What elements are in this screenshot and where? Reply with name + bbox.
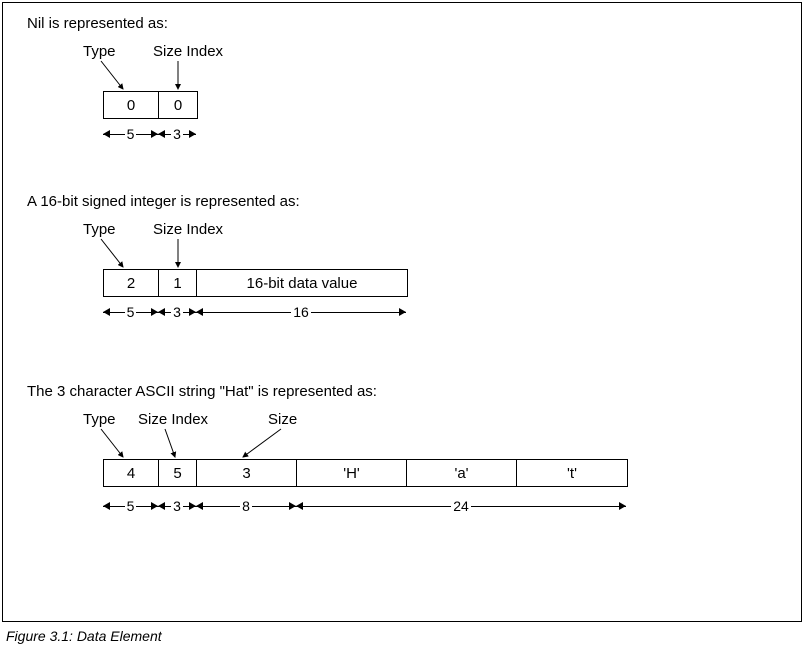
dim-8: 8 xyxy=(196,497,296,515)
dim-16: 16 xyxy=(196,303,406,321)
dim-3: 3 xyxy=(158,125,196,143)
ascii-intro: The 3 character ASCII string "Hat" is re… xyxy=(27,383,377,400)
dim-5: 5 xyxy=(103,497,158,515)
section-ascii: The 3 character ASCII string "Hat" is re… xyxy=(27,383,377,400)
nil-intro: Nil is represented as: xyxy=(27,15,168,32)
cell-char-0: 'H' xyxy=(297,460,407,486)
dim-24: 24 xyxy=(296,497,626,515)
int16-intro: A 16-bit signed integer is represented a… xyxy=(27,193,300,210)
figure-caption: Figure 3.1: Data Element xyxy=(6,628,162,644)
dim-3: 3 xyxy=(158,303,196,321)
nil-boxrow: 0 0 xyxy=(103,91,198,119)
section-nil: Nil is represented as: xyxy=(27,15,168,32)
dim-3: 3 xyxy=(158,497,196,515)
figure-frame: Nil is represented as: Type Size Index 0… xyxy=(2,2,802,622)
cell-type: 4 xyxy=(104,460,159,486)
cell-char-1: 'a' xyxy=(407,460,517,486)
ascii-dims: 5 3 8 24 xyxy=(103,493,626,519)
cell-size-index: 0 xyxy=(159,92,197,118)
nil-dims: 5 3 xyxy=(103,121,196,147)
cell-size: 3 xyxy=(197,460,297,486)
dim-5: 5 xyxy=(103,125,158,143)
cell-data: 16-bit data value xyxy=(197,270,407,296)
int16-dims: 5 3 16 xyxy=(103,299,406,325)
section-int16: A 16-bit signed integer is represented a… xyxy=(27,193,300,210)
cell-type: 0 xyxy=(104,92,159,118)
cell-size-index: 5 xyxy=(159,460,197,486)
cell-type: 2 xyxy=(104,270,159,296)
cell-size-index: 1 xyxy=(159,270,197,296)
int16-boxrow: 2 1 16-bit data value xyxy=(103,269,408,297)
cell-char-2: 't' xyxy=(517,460,627,486)
dim-5: 5 xyxy=(103,303,158,321)
ascii-boxrow: 4 5 3 'H' 'a' 't' xyxy=(103,459,628,487)
